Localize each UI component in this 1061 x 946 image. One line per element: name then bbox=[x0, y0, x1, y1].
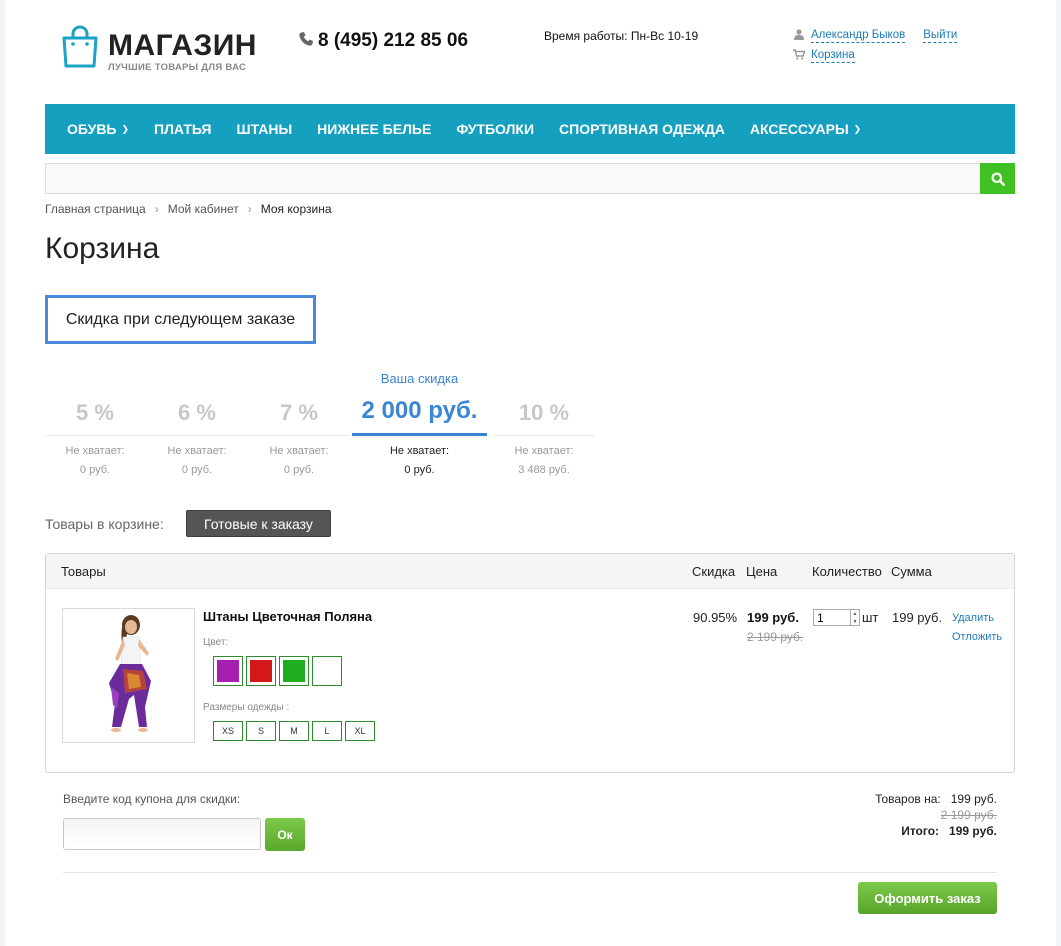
items-in-cart-label: Товары в корзине: bbox=[45, 516, 164, 532]
order-totals: Товаров на: 199 руб. 2 199 руб. Итого: 1… bbox=[875, 791, 997, 839]
ready-to-order-tab[interactable]: Готовые к заказу bbox=[186, 510, 331, 537]
item-sum: 199 руб. bbox=[892, 610, 943, 625]
quantity-unit: шт bbox=[862, 610, 879, 625]
logo-tagline: ЛУЧШИЕ ТОВАРЫ ДЛЯ ВАС bbox=[108, 62, 247, 73]
color-label: Цвет: bbox=[203, 637, 229, 648]
chevron-up-icon[interactable]: ▲ bbox=[851, 610, 859, 618]
shopping-bag-icon bbox=[60, 25, 100, 69]
color-swatch-green[interactable] bbox=[279, 656, 309, 686]
breadcrumb-home[interactable]: Главная страница bbox=[45, 202, 146, 216]
product-name-link[interactable]: Штаны Цветочная Поляна bbox=[203, 609, 372, 624]
search-bar bbox=[45, 163, 1015, 194]
postpone-item-link[interactable]: Отложить bbox=[952, 631, 1002, 643]
divider bbox=[63, 872, 997, 873]
logo-title: МАГАЗИН bbox=[108, 29, 257, 62]
next-order-discount-box: Скидка при следующем заказе bbox=[45, 295, 316, 344]
item-price: 199 руб. bbox=[747, 610, 799, 625]
size-label: Размеры одежды : bbox=[203, 702, 290, 713]
cart-table-header: Товары Скидка Цена Количество Сумма bbox=[46, 554, 1014, 589]
coupon-input[interactable] bbox=[63, 818, 261, 850]
cart-icon bbox=[792, 49, 806, 63]
phone-icon bbox=[298, 31, 314, 52]
user-profile-link[interactable]: Александр Быков bbox=[811, 29, 906, 43]
search-button[interactable] bbox=[980, 163, 1015, 194]
color-options bbox=[213, 656, 345, 686]
discount-steps: 5 % Не хватает: 0 руб. 6 % Не хватает: 0… bbox=[45, 370, 602, 480]
nav-item-dresses[interactable]: ПЛАТЬЯ bbox=[154, 121, 211, 137]
item-old-price: 2 199 руб. bbox=[747, 630, 804, 644]
color-swatch-purple[interactable] bbox=[213, 656, 243, 686]
goods-total-value: 199 руб. bbox=[950, 792, 997, 806]
color-swatch-red[interactable] bbox=[246, 656, 276, 686]
logout-link[interactable]: Выйти bbox=[923, 29, 958, 43]
coupon-label: Введите код купона для скидки: bbox=[63, 792, 241, 806]
your-discount-label: Ваша скидка bbox=[380, 371, 459, 386]
chevron-down-icon: ❯ bbox=[853, 123, 862, 134]
column-header-quantity: Количество bbox=[812, 564, 882, 579]
size-option-l[interactable]: L bbox=[312, 721, 342, 741]
nav-item-accessories[interactable]: АКСЕССУАРЫ ❯ bbox=[750, 121, 861, 137]
quantity-stepper[interactable]: ▲ ▼ bbox=[851, 609, 860, 626]
phone: 8 (495) 212 85 06 bbox=[298, 30, 468, 52]
cart-table: Товары Скидка Цена Количество Сумма Штан… bbox=[45, 553, 1015, 773]
coupon-apply-button[interactable]: Ок bbox=[265, 818, 305, 851]
goods-total-label: Товаров на: bbox=[875, 792, 941, 806]
column-header-sum: Сумма bbox=[891, 564, 932, 579]
size-option-s[interactable]: S bbox=[246, 721, 276, 741]
phone-number: 8 (495) 212 85 06 bbox=[318, 30, 469, 51]
checkout-button[interactable]: Оформить заказ bbox=[858, 882, 997, 914]
user-block: Александр Быков Выйти Корзина bbox=[792, 28, 958, 68]
column-header-product: Товары bbox=[61, 564, 106, 579]
search-icon bbox=[991, 172, 1005, 186]
nav-item-underwear[interactable]: НИЖНЕЕ БЕЛЬЕ bbox=[317, 121, 431, 137]
working-hours: Время работы: Пн-Вс 10-19 bbox=[544, 29, 699, 43]
page: МАГАЗИН ЛУЧШИЕ ТОВАРЫ ДЛЯ ВАС 8 (495) 21… bbox=[5, 0, 1056, 946]
size-option-xl[interactable]: XL bbox=[345, 721, 375, 741]
chevron-right-icon: › bbox=[154, 202, 159, 216]
size-option-m[interactable]: M bbox=[279, 721, 309, 741]
logo[interactable]: МАГАЗИН ЛУЧШИЕ ТОВАРЫ ДЛЯ ВАС bbox=[60, 25, 257, 73]
breadcrumb-account[interactable]: Мой кабинет bbox=[168, 202, 239, 216]
nav-item-tshirts[interactable]: ФУТБОЛКИ bbox=[456, 121, 534, 137]
search-input[interactable] bbox=[45, 163, 980, 194]
nav-item-sportswear[interactable]: СПОРТИВНАЯ ОДЕЖДА bbox=[559, 121, 725, 137]
old-total-value: 2 199 руб. bbox=[940, 808, 997, 822]
nav-item-shoes[interactable]: ОБУВЬ ❯ bbox=[67, 121, 129, 137]
main-nav: ОБУВЬ ❯ ПЛАТЬЯ ШТАНЫ НИЖНЕЕ БЕЛЬЕ ФУТБОЛК… bbox=[45, 104, 1015, 154]
breadcrumb: Главная страница › Мой кабинет › Моя кор… bbox=[45, 202, 332, 216]
quantity-input[interactable] bbox=[813, 609, 851, 626]
size-option-xs[interactable]: XS bbox=[213, 721, 243, 741]
column-header-discount: Скидка bbox=[692, 564, 736, 579]
product-image[interactable] bbox=[62, 608, 195, 743]
delete-item-link[interactable]: Удалить bbox=[952, 612, 994, 624]
grand-total-label: Итого: bbox=[901, 824, 940, 838]
color-swatch-white[interactable] bbox=[312, 656, 342, 686]
cart-link[interactable]: Корзина bbox=[811, 49, 855, 63]
size-options: XS S M L XL bbox=[213, 721, 378, 741]
chevron-down-icon: ❯ bbox=[121, 123, 130, 134]
page-title: Корзина bbox=[45, 232, 160, 265]
chevron-right-icon: › bbox=[247, 202, 252, 216]
grand-total-value: 199 руб. bbox=[949, 824, 997, 838]
nav-item-pants[interactable]: ШТАНЫ bbox=[237, 121, 293, 137]
item-discount: 90.95% bbox=[693, 610, 738, 625]
quantity-control: ▲ ▼ шт bbox=[813, 609, 878, 626]
chevron-down-icon[interactable]: ▼ bbox=[851, 618, 859, 626]
column-header-price: Цена bbox=[746, 564, 778, 579]
user-icon bbox=[792, 29, 806, 43]
breadcrumb-current: Моя корзина bbox=[260, 202, 332, 216]
